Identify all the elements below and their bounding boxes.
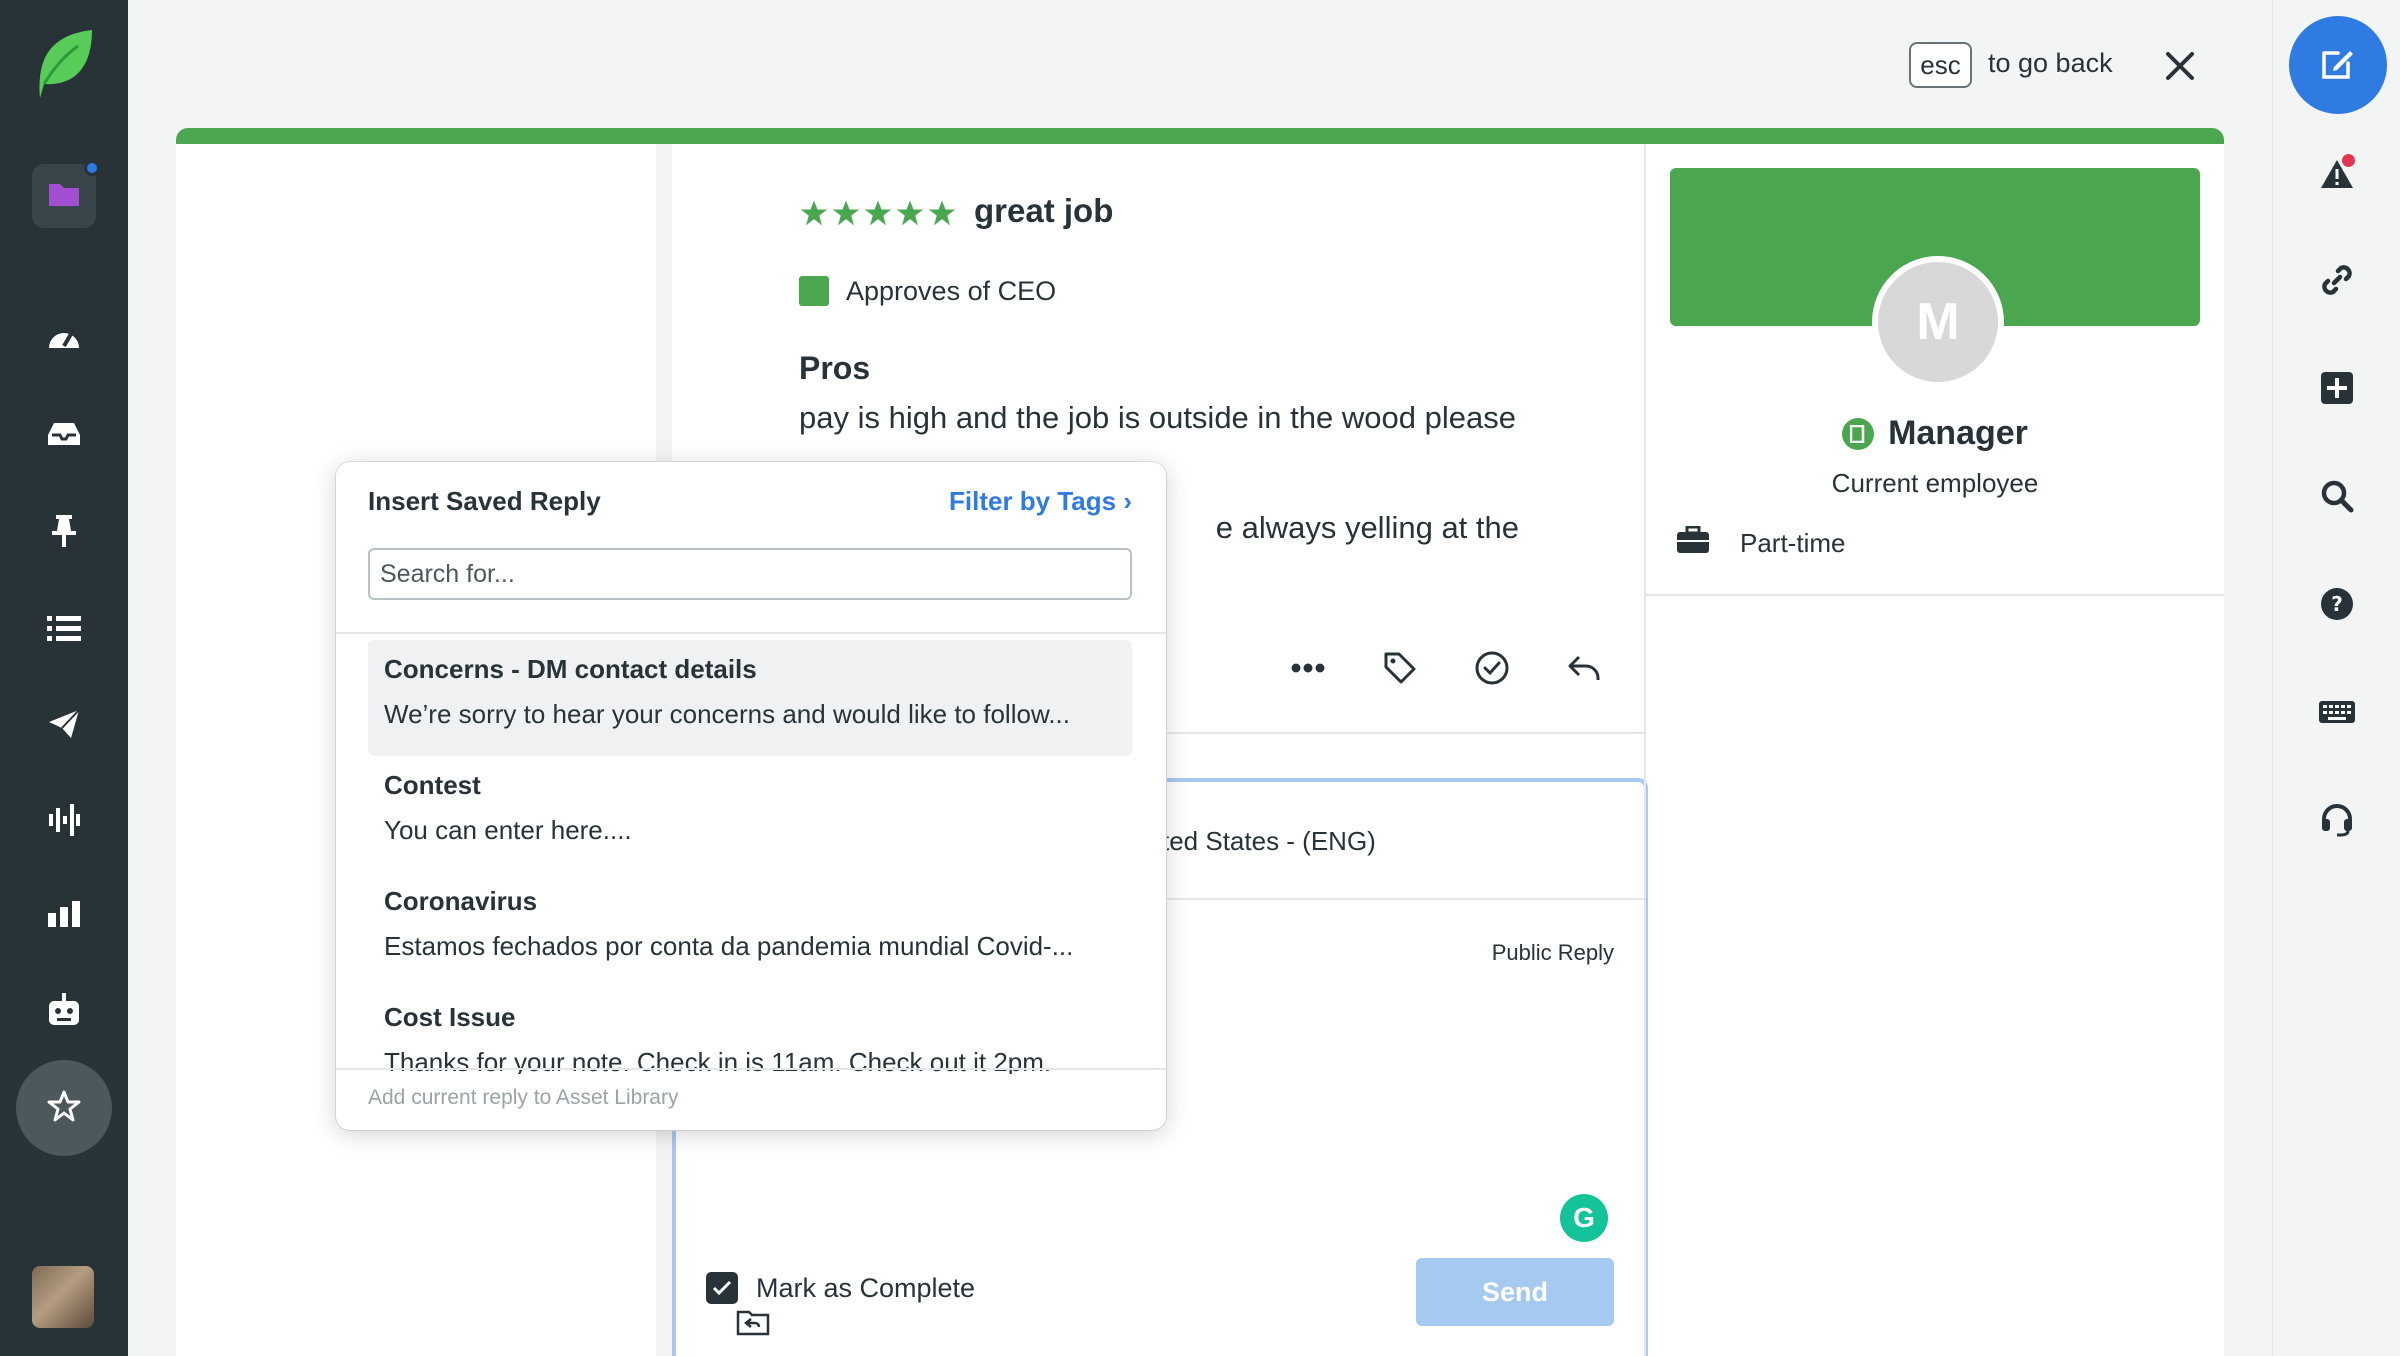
filter-by-tags-link[interactable]: Filter by Tags › xyxy=(949,486,1132,517)
add-to-asset-library-link[interactable]: Add current reply to Asset Library xyxy=(368,1086,678,1110)
plus-icon xyxy=(2321,371,2353,409)
nav-reports-button[interactable] xyxy=(32,884,96,948)
popup-divider xyxy=(336,632,1166,634)
nav-inbox-button[interactable] xyxy=(32,404,96,468)
pros-text: pay is high and the job is outside in th… xyxy=(799,400,1516,435)
saved-reply-preview: You can enter here.... xyxy=(384,815,632,845)
review-title: great job xyxy=(974,192,1114,229)
employment-type: Part-time xyxy=(1676,525,1846,561)
notification-dot xyxy=(84,160,100,176)
bar-chart-icon xyxy=(48,900,80,932)
compose-icon xyxy=(2320,45,2356,86)
folder-icon xyxy=(47,180,81,213)
help-icon: ? xyxy=(2320,587,2354,626)
help-button[interactable]: ? xyxy=(2305,574,2369,638)
search-icon xyxy=(2320,479,2354,518)
robot-icon xyxy=(47,992,81,1032)
saved-reply-item[interactable]: Cost Issue Thanks for your note. Check i… xyxy=(368,988,1132,1074)
mark-complete-control[interactable]: Mark as Complete xyxy=(706,1272,975,1304)
nav-bots-button[interactable] xyxy=(32,980,96,1044)
saved-reply-title: Coronavirus xyxy=(384,886,538,916)
star-icon xyxy=(896,200,924,226)
approves-ceo-label: Approves of CEO xyxy=(846,276,1057,306)
language-label: ted States - (ENG) xyxy=(1162,826,1376,856)
saved-reply-title: Contest xyxy=(384,770,481,800)
saved-replies-icon[interactable] xyxy=(736,1308,770,1341)
nav-pin-button[interactable] xyxy=(32,500,96,564)
nav-dashboard-button[interactable] xyxy=(32,308,96,372)
saved-reply-preview: We’re sorry to hear your concerns and wo… xyxy=(384,699,1070,729)
saved-reply-item[interactable]: Contest You can enter here.... xyxy=(368,756,1132,872)
inbox-icon xyxy=(47,420,81,453)
star-icon xyxy=(928,200,956,226)
saved-reply-title: Cost Issue xyxy=(384,1002,516,1032)
nav-publish-button[interactable] xyxy=(32,694,96,758)
star-icon xyxy=(47,1090,81,1127)
pros-heading: Pros xyxy=(799,350,871,386)
headset-icon xyxy=(2320,803,2354,842)
keyboard-icon xyxy=(2319,699,2355,730)
review-actions xyxy=(1288,648,1604,688)
saved-reply-list: Concerns - DM contact details We’re sorr… xyxy=(368,640,1132,1074)
popup-footer-divider xyxy=(336,1068,1166,1070)
employment-type-label: Part-time xyxy=(1740,528,1846,558)
nav-listening-button[interactable] xyxy=(32,790,96,854)
star-icon xyxy=(800,200,828,226)
rating-stars xyxy=(799,198,957,228)
more-options-icon[interactable] xyxy=(1288,648,1328,688)
support-button[interactable] xyxy=(2305,790,2369,854)
link-icon xyxy=(2320,263,2354,302)
popup-title: Insert Saved Reply xyxy=(368,486,601,516)
reply-mode-label[interactable]: Public Reply xyxy=(1492,940,1614,966)
alerts-button[interactable] xyxy=(2305,144,2369,208)
user-avatar[interactable] xyxy=(32,1266,94,1328)
saved-reply-popup: Insert Saved Reply Filter by Tags › Conc… xyxy=(336,462,1166,1130)
nav-list-button[interactable] xyxy=(32,598,96,662)
left-nav xyxy=(0,0,128,1356)
compose-button[interactable] xyxy=(2289,16,2387,114)
paper-plane-icon xyxy=(47,708,81,745)
mark-complete-label: Mark as Complete xyxy=(756,1272,976,1303)
briefcase-icon xyxy=(1676,525,1710,561)
saved-reply-item[interactable]: Coronavirus Estamos fechados por conta d… xyxy=(368,872,1132,988)
role-label: Manager xyxy=(1888,414,2028,452)
nav-folder-button[interactable] xyxy=(32,160,100,228)
approves-ceo-indicator xyxy=(799,276,829,306)
profile-role: Manager xyxy=(1646,414,2224,453)
author-profile-card: M Manager Current employee Part-time xyxy=(1646,144,2224,596)
link-button[interactable] xyxy=(2305,250,2369,314)
glassdoor-icon xyxy=(1842,417,1875,450)
reply-icon[interactable] xyxy=(1564,648,1604,688)
nav-reviews-button[interactable] xyxy=(16,1060,112,1156)
complete-check-icon[interactable] xyxy=(1472,648,1512,688)
sprout-logo-icon[interactable] xyxy=(30,28,96,100)
keyboard-shortcuts-button[interactable] xyxy=(2305,682,2369,746)
send-button[interactable]: Send xyxy=(1416,1258,1614,1326)
waveform-icon xyxy=(48,803,80,841)
profile-avatar: M xyxy=(1872,256,2004,388)
saved-reply-title: Concerns - DM contact details xyxy=(384,654,757,684)
mark-complete-checkbox[interactable] xyxy=(706,1272,738,1304)
list-icon xyxy=(47,614,81,647)
right-rail: ? xyxy=(2272,0,2400,1356)
search-button[interactable] xyxy=(2305,466,2369,530)
pin-icon xyxy=(50,513,78,552)
tag-icon[interactable] xyxy=(1380,648,1420,688)
saved-reply-preview: Estamos fechados por conta da pandemia m… xyxy=(384,931,1074,961)
alert-badge xyxy=(2342,154,2355,167)
close-icon[interactable] xyxy=(2160,46,2200,86)
star-icon xyxy=(832,200,860,226)
gauge-icon xyxy=(47,324,81,357)
employment-status: Current employee xyxy=(1831,468,2039,498)
add-button[interactable] xyxy=(2305,358,2369,422)
star-icon xyxy=(864,200,892,226)
saved-reply-item[interactable]: Concerns - DM contact details We’re sorr… xyxy=(368,640,1132,756)
esc-key-hint: esc xyxy=(1909,42,1972,88)
grammarly-icon[interactable]: G xyxy=(1560,1194,1608,1242)
svg-text:?: ? xyxy=(2331,592,2343,616)
go-back-text: to go back xyxy=(1988,48,2113,78)
saved-reply-search-input[interactable] xyxy=(368,548,1132,600)
